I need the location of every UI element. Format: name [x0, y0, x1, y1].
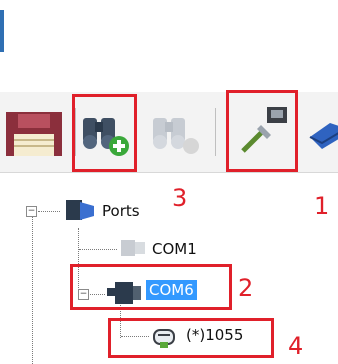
tree-item-com1[interactable]: COM1 [152, 240, 197, 258]
scan-devices-button[interactable] [72, 94, 137, 172]
tree-line [32, 216, 33, 364]
network-button[interactable] [305, 102, 338, 164]
com6-expander[interactable]: − [78, 289, 89, 300]
tree-item-device[interactable]: (*)1055 [186, 326, 243, 344]
tree-line [79, 249, 117, 250]
ports-icon [60, 196, 96, 228]
binoculars-icon [153, 118, 199, 154]
toolbar-separator [215, 108, 216, 156]
save-button[interactable] [0, 102, 70, 164]
callout-3: 3 [172, 184, 188, 212]
callout-2: 2 [238, 274, 254, 302]
network-icon [309, 123, 338, 149]
ports-expander[interactable]: − [26, 206, 37, 217]
com1-icon [115, 236, 149, 264]
tree-line [38, 211, 60, 212]
scan-devices-disabled-button[interactable] [140, 102, 210, 164]
binoculars-add-icon [82, 118, 129, 156]
connect-button[interactable] [226, 90, 298, 172]
com6-selected-label[interactable]: COM6 [146, 280, 197, 300]
callout-4: 4 [288, 332, 304, 360]
tree-item-ports[interactable]: Ports [102, 202, 140, 220]
plug-connect-icon [241, 107, 287, 153]
callout-1: 1 [314, 192, 330, 220]
tree-item-com6[interactable]: COM6 [146, 280, 197, 300]
device-icon [150, 324, 180, 354]
com6-icon [105, 278, 145, 312]
window-edge-accent [0, 10, 4, 52]
floppy-disk-icon [6, 112, 62, 156]
